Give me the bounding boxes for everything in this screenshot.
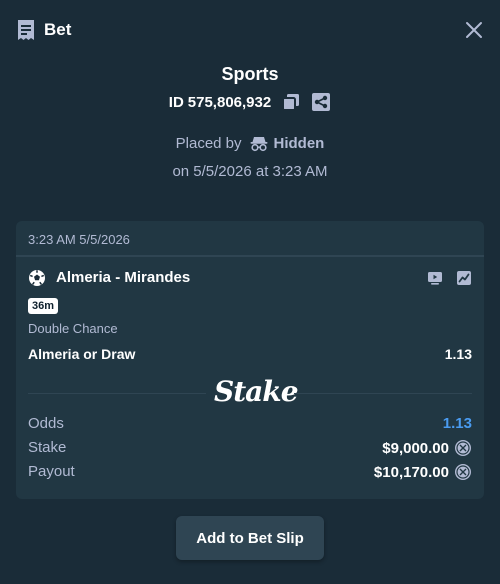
soccer-ball-icon [29,270,45,286]
match-time-badge: 36m [28,298,59,314]
add-to-bet-slip-button[interactable]: Add to Bet Slip [176,516,324,560]
modal-header: Bet [0,0,500,60]
odds-value-text: 1.13 [442,415,472,432]
selection-name: Almeria or Draw [28,346,136,362]
bet-details: Odds 1.13 Stake $9,000.00 Payout $10,170… [28,412,472,484]
live-stream-icon[interactable] [427,270,443,286]
odds-label: Odds [28,415,64,432]
bet-id-row: ID 575,806,932 [0,90,500,114]
divider-line-right [294,393,472,394]
odds-value: 1.13 [443,415,472,432]
market-name: Double Chance [28,321,118,336]
bet-timestamp: 3:23 AM 5/5/2026 [28,232,130,247]
placed-by-label: Placed by [175,134,242,152]
payout-amount: $10,170.00 [373,463,449,481]
selection-row: Almeria or Draw 1.13 [28,345,472,365]
placed-by-row: Placed by Hidden [0,132,500,154]
match-row[interactable]: Almeria - Mirandes [28,267,472,289]
currency-coin-icon [455,464,471,480]
bet-id-value: 575,806,932 [187,93,272,111]
stake-label: Stake [28,439,67,456]
divider-line-left [28,393,206,394]
copy-icon[interactable] [281,92,301,112]
brand-divider: Stake [28,375,472,411]
payout-value: $10,170.00 [374,463,472,481]
modal-title: Bet [44,20,72,39]
currency-coin-icon [455,440,471,456]
placed-date: on 5/5/2026 at 3:23 AM [172,163,328,180]
close-icon[interactable] [464,20,484,40]
stake-amount: $9,000.00 [382,439,449,457]
incognito-icon [250,137,268,152]
stake-value: $9,000.00 [382,439,472,457]
selection-odds: 1.13 [444,346,472,362]
share-icon[interactable] [311,92,331,112]
bet-slip-icon [18,20,34,40]
payout-label: Payout [28,463,75,480]
placed-by-user: Hidden [273,134,325,152]
stake-row: Stake $9,000.00 [28,436,472,460]
odds-row: Odds 1.13 [28,412,472,436]
stats-chart-icon[interactable] [456,270,472,286]
stake-logo: Stake [214,375,299,408]
bet-card: 3:23 AM 5/5/2026 Almeria - Mirandes 36m … [16,221,484,499]
bet-card-header: 3:23 AM 5/5/2026 [16,221,484,257]
sport-title: Sports [221,64,279,84]
bet-id-label: ID [168,93,184,111]
bet-summary: Sports ID 575,806,932 Placed by Hidden o… [0,62,500,182]
match-teams[interactable]: Almeria - Mirandes [56,269,190,286]
payout-row: Payout $10,170.00 [28,460,472,484]
